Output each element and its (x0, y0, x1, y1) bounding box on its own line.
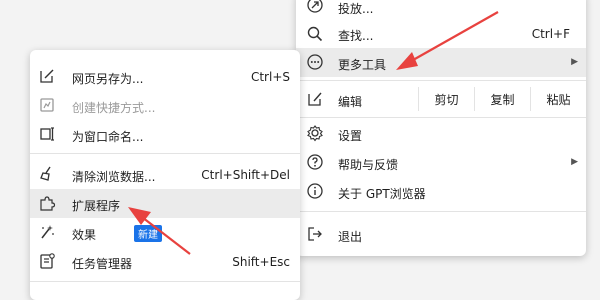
menu-item-label: 查找... (338, 29, 374, 43)
shortcut-icon (38, 96, 56, 114)
search-icon (306, 25, 324, 43)
main-menu: 投放... 查找... Ctrl+F 更多工具 ▶ 编辑 剪切 复制 粘贴 设置… (296, 0, 586, 256)
divider (296, 117, 586, 118)
cut-label: 剪切 (434, 92, 459, 107)
paste-button[interactable]: 粘贴 (530, 87, 586, 111)
edit-label: 编辑 (338, 95, 363, 109)
submenu-item-label: 清除浏览数据... (72, 170, 156, 184)
submenu-item-clear-data[interactable]: 清除浏览数据... Ctrl+Shift+Del (30, 160, 300, 189)
paste-label: 粘贴 (546, 92, 571, 107)
submenu-item-create-shortcut[interactable]: 创建快捷方式... (30, 91, 300, 120)
info-icon (306, 182, 324, 200)
name-window-icon (38, 125, 56, 143)
divider (30, 153, 300, 154)
submenu-item-label: 创建快捷方式... (72, 101, 156, 115)
submenu-item-label: 效果 (72, 228, 97, 242)
chevron-right-icon: ▶ (571, 57, 578, 67)
edit-icon (306, 90, 324, 108)
save-page-icon (38, 67, 56, 85)
menu-item-cast[interactable]: 投放... (296, 0, 586, 21)
divider (296, 211, 586, 212)
menu-item-find[interactable]: 查找... Ctrl+F (296, 19, 586, 48)
chevron-right-icon: ▶ (571, 157, 578, 167)
submenu-item-label: 网页另存为... (72, 72, 144, 86)
menu-item-label: 更多工具 (338, 58, 387, 72)
submenu-item-label: 扩展程序 (72, 199, 121, 213)
divider (30, 281, 300, 282)
menu-item-label: 退出 (338, 230, 363, 244)
puzzle-icon (38, 194, 56, 212)
divider (296, 80, 586, 81)
menu-item-label: 帮助与反馈 (338, 158, 399, 172)
menu-item-label: 设置 (338, 129, 363, 143)
help-icon (306, 153, 324, 171)
exit-icon (306, 225, 324, 243)
shortcut-text: Ctrl+Shift+Del (201, 168, 290, 182)
new-badge: 新建 (134, 225, 162, 242)
menu-item-help[interactable]: 帮助与反馈 ▶ (296, 148, 586, 177)
menu-item-about[interactable]: 关于 GPT浏览器 (296, 177, 586, 206)
submenu-item-label: 任务管理器 (72, 257, 133, 271)
copy-label: 复制 (490, 92, 515, 107)
submenu-item-label: 为窗口命名... (72, 130, 144, 144)
copy-button[interactable]: 复制 (474, 87, 530, 111)
submenu-item-task-manager[interactable]: 任务管理器 Shift+Esc (30, 247, 300, 276)
menu-item-more-tools[interactable]: 更多工具 ▶ (296, 48, 586, 77)
effects-icon (38, 223, 56, 241)
menu-item-label: 关于 GPT浏览器 (338, 187, 426, 201)
more-tools-icon (306, 53, 324, 71)
task-manager-icon (38, 252, 56, 270)
edit-row: 编辑 剪切 复制 粘贴 (296, 85, 586, 113)
shortcut-text: Shift+Esc (232, 255, 290, 269)
submenu-item-extensions[interactable]: 扩展程序 (30, 189, 300, 218)
menu-item-settings[interactable]: 设置 (296, 119, 586, 148)
gear-icon (306, 124, 324, 142)
shortcut-text: Ctrl+S (250, 70, 290, 84)
cut-button[interactable]: 剪切 (418, 87, 474, 111)
menu-item-exit[interactable]: 退出 (296, 220, 586, 249)
submenu-item-name-window[interactable]: 为窗口命名... (30, 120, 300, 149)
menu-item-label: 投放... (338, 2, 374, 16)
submenu-item-effects[interactable]: 效果 新建 (30, 218, 300, 247)
submenu-item-save-page[interactable]: 网页另存为... Ctrl+S (30, 62, 300, 91)
broom-icon (38, 165, 56, 183)
shortcut-text: Ctrl+F (531, 27, 570, 41)
more-tools-submenu: 网页另存为... Ctrl+S 创建快捷方式... 为窗口命名... 清除浏览数… (30, 50, 300, 300)
cast-icon (306, 0, 324, 14)
